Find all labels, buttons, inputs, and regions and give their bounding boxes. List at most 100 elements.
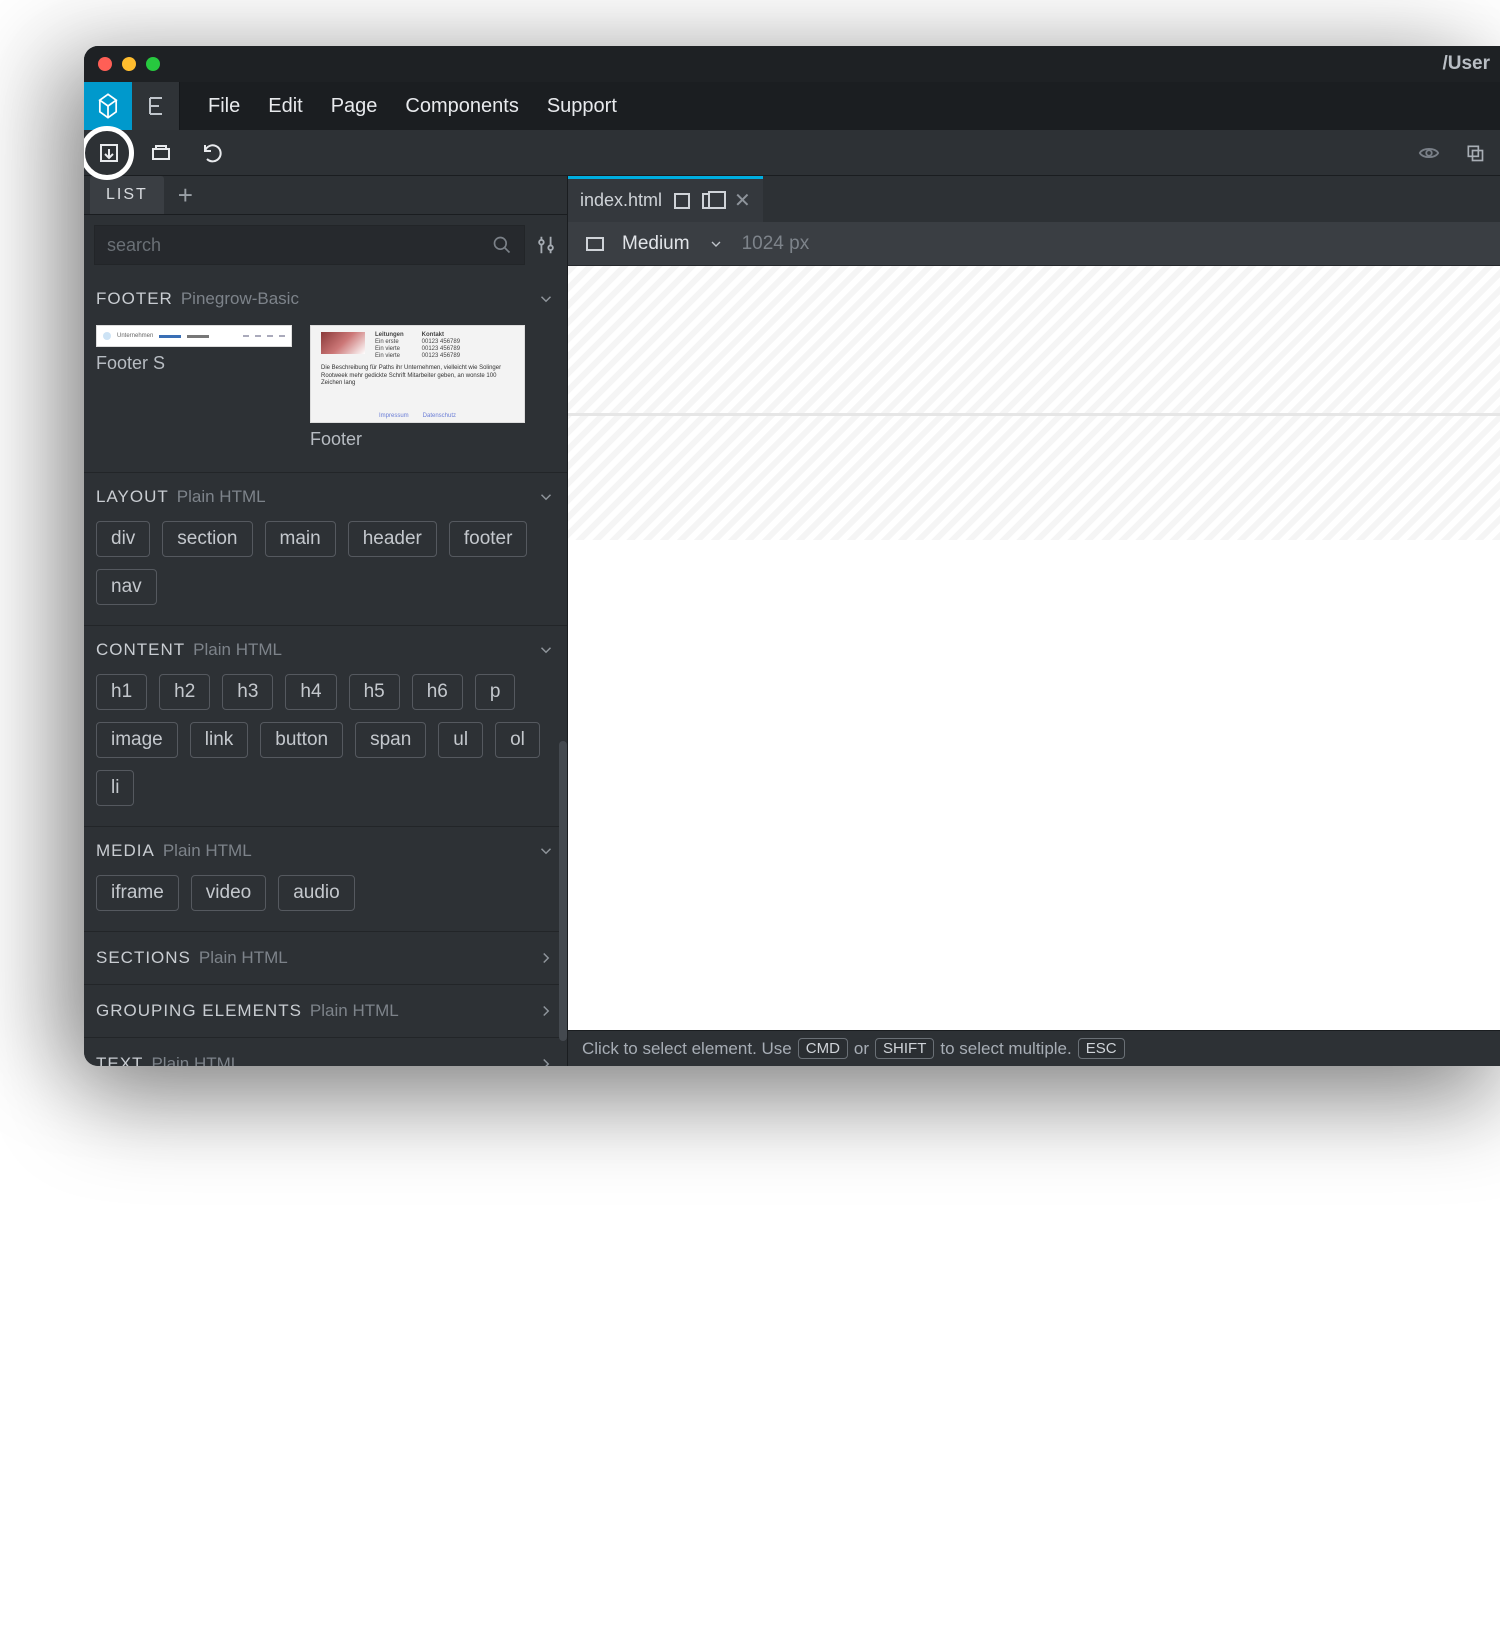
section-title: LAYOUT xyxy=(96,487,169,507)
chevron-down-icon xyxy=(537,641,555,659)
menu-file[interactable]: File xyxy=(208,95,240,118)
pinegrow-logo-icon[interactable] xyxy=(84,82,132,130)
chip-header[interactable]: header xyxy=(348,521,437,557)
undo-icon[interactable] xyxy=(198,138,228,168)
search-row xyxy=(84,215,567,275)
section-header-footer[interactable]: FOOTER Pinegrow-Basic xyxy=(96,289,555,319)
chip-nav[interactable]: nav xyxy=(96,569,157,605)
status-text: or xyxy=(854,1039,869,1059)
status-text: to select multiple. xyxy=(940,1039,1071,1059)
breakpoint-label[interactable]: Medium xyxy=(622,233,690,255)
menu-page[interactable]: Page xyxy=(331,95,378,118)
section-subtitle: Plain HTML xyxy=(177,487,266,507)
media-chips: iframe video audio xyxy=(96,871,555,923)
window-controls xyxy=(98,57,160,71)
section-sections[interactable]: SECTIONS Plain HTML xyxy=(84,932,567,985)
document-tab-index[interactable]: index.html ✕ xyxy=(568,176,763,222)
chevron-right-icon xyxy=(537,1055,555,1066)
chip-button[interactable]: button xyxy=(260,722,343,758)
chip-audio[interactable]: audio xyxy=(278,875,355,911)
chevron-down-icon xyxy=(537,488,555,506)
menu-edit[interactable]: Edit xyxy=(268,95,302,118)
visibility-icon[interactable] xyxy=(1414,138,1444,168)
menubar: File Edit Page Components Support xyxy=(84,82,1500,130)
viewport-single-icon[interactable] xyxy=(674,193,690,209)
chip-h4[interactable]: h4 xyxy=(285,674,336,710)
tray-icon[interactable] xyxy=(146,138,176,168)
status-bar: Click to select element. Use CMD or SHIF… xyxy=(568,1030,1500,1066)
section-text[interactable]: TEXT Plain HTML xyxy=(84,1038,567,1066)
search-box[interactable] xyxy=(94,225,525,265)
chip-link[interactable]: link xyxy=(190,722,249,758)
chevron-down-icon xyxy=(537,290,555,308)
section-header-content[interactable]: CONTENT Plain HTML xyxy=(96,640,555,670)
section-header-layout[interactable]: LAYOUT Plain HTML xyxy=(96,487,555,517)
chip-h2[interactable]: h2 xyxy=(159,674,210,710)
breakpoint-bar: Medium 1024 px xyxy=(568,222,1500,266)
canvas-placeholder-1 xyxy=(568,266,1500,416)
component-footer[interactable]: LeitungenEin ersteEin vierteEin vierte K… xyxy=(310,325,525,450)
section-subtitle: Plain HTML xyxy=(193,640,282,660)
chip-ul[interactable]: ul xyxy=(438,722,483,758)
chip-section[interactable]: section xyxy=(162,521,252,557)
kbd-esc: ESC xyxy=(1078,1038,1125,1059)
section-subtitle: Plain HTML xyxy=(151,1054,240,1066)
close-window-icon[interactable] xyxy=(98,57,112,71)
document-tabs: index.html ✕ xyxy=(568,176,1500,222)
chip-h1[interactable]: h1 xyxy=(96,674,147,710)
menu-components[interactable]: Components xyxy=(405,95,518,118)
canvas[interactable] xyxy=(568,266,1500,1030)
settings-icon[interactable] xyxy=(535,234,557,256)
chip-main[interactable]: main xyxy=(265,521,336,557)
chip-video[interactable]: video xyxy=(191,875,266,911)
chevron-down-icon[interactable] xyxy=(708,236,724,252)
status-text: Click to select element. Use xyxy=(582,1039,792,1059)
chevron-down-icon xyxy=(537,842,555,860)
close-tab-icon[interactable]: ✕ xyxy=(734,188,751,213)
app-window: /User File Edit Page Components Support xyxy=(84,46,1500,1066)
minimize-window-icon[interactable] xyxy=(122,57,136,71)
add-tab-button[interactable]: + xyxy=(164,180,207,211)
chip-li[interactable]: li xyxy=(96,770,134,806)
duplicate-icon[interactable] xyxy=(1460,138,1490,168)
section-grouping[interactable]: GROUPING ELEMENTS Plain HTML xyxy=(84,985,567,1038)
import-icon[interactable] xyxy=(94,138,124,168)
chip-h6[interactable]: h6 xyxy=(412,674,463,710)
chip-iframe[interactable]: iframe xyxy=(96,875,179,911)
menu-support[interactable]: Support xyxy=(547,95,617,118)
scrollbar-thumb[interactable] xyxy=(559,741,567,1041)
chevron-right-icon xyxy=(537,1002,555,1020)
library-panel: LIST + xyxy=(84,176,568,1066)
chip-h5[interactable]: h5 xyxy=(349,674,400,710)
canvas-placeholder-2 xyxy=(568,416,1500,540)
section-header-media[interactable]: MEDIA Plain HTML xyxy=(96,841,555,871)
content-chips: h1 h2 h3 h4 h5 h6 p image link button sp… xyxy=(96,670,555,818)
component-label: Footer S xyxy=(96,353,292,374)
search-input[interactable] xyxy=(107,235,492,256)
chip-h3[interactable]: h3 xyxy=(222,674,273,710)
menu-items: File Edit Page Components Support xyxy=(180,95,617,118)
viewport-multi-icon[interactable] xyxy=(702,193,718,209)
editor-main: index.html ✕ Medium 1024 px Click to sel… xyxy=(568,176,1500,1066)
maximize-window-icon[interactable] xyxy=(146,57,160,71)
tab-list[interactable]: LIST xyxy=(90,176,164,214)
editor-logo-icon[interactable] xyxy=(132,82,180,130)
window-title: /User xyxy=(1442,53,1490,75)
component-label: Footer xyxy=(310,429,525,450)
chip-div[interactable]: div xyxy=(96,521,150,557)
chip-image[interactable]: image xyxy=(96,722,178,758)
chip-footer[interactable]: footer xyxy=(449,521,528,557)
chip-span[interactable]: span xyxy=(355,722,426,758)
tab-filename: index.html xyxy=(580,190,662,211)
section-title: CONTENT xyxy=(96,640,185,660)
section-subtitle: Plain HTML xyxy=(310,1001,399,1021)
layout-chips: div section main header footer nav xyxy=(96,517,555,617)
chip-p[interactable]: p xyxy=(475,674,516,710)
section-subtitle: Plain HTML xyxy=(163,841,252,861)
section-title: SECTIONS xyxy=(96,948,191,968)
component-footer-s[interactable]: Unternehmen Footer S xyxy=(96,325,292,374)
titlebar: /User xyxy=(84,46,1500,82)
breakpoint-size: 1024 px xyxy=(742,233,810,255)
search-icon[interactable] xyxy=(492,235,512,255)
chip-ol[interactable]: ol xyxy=(495,722,540,758)
